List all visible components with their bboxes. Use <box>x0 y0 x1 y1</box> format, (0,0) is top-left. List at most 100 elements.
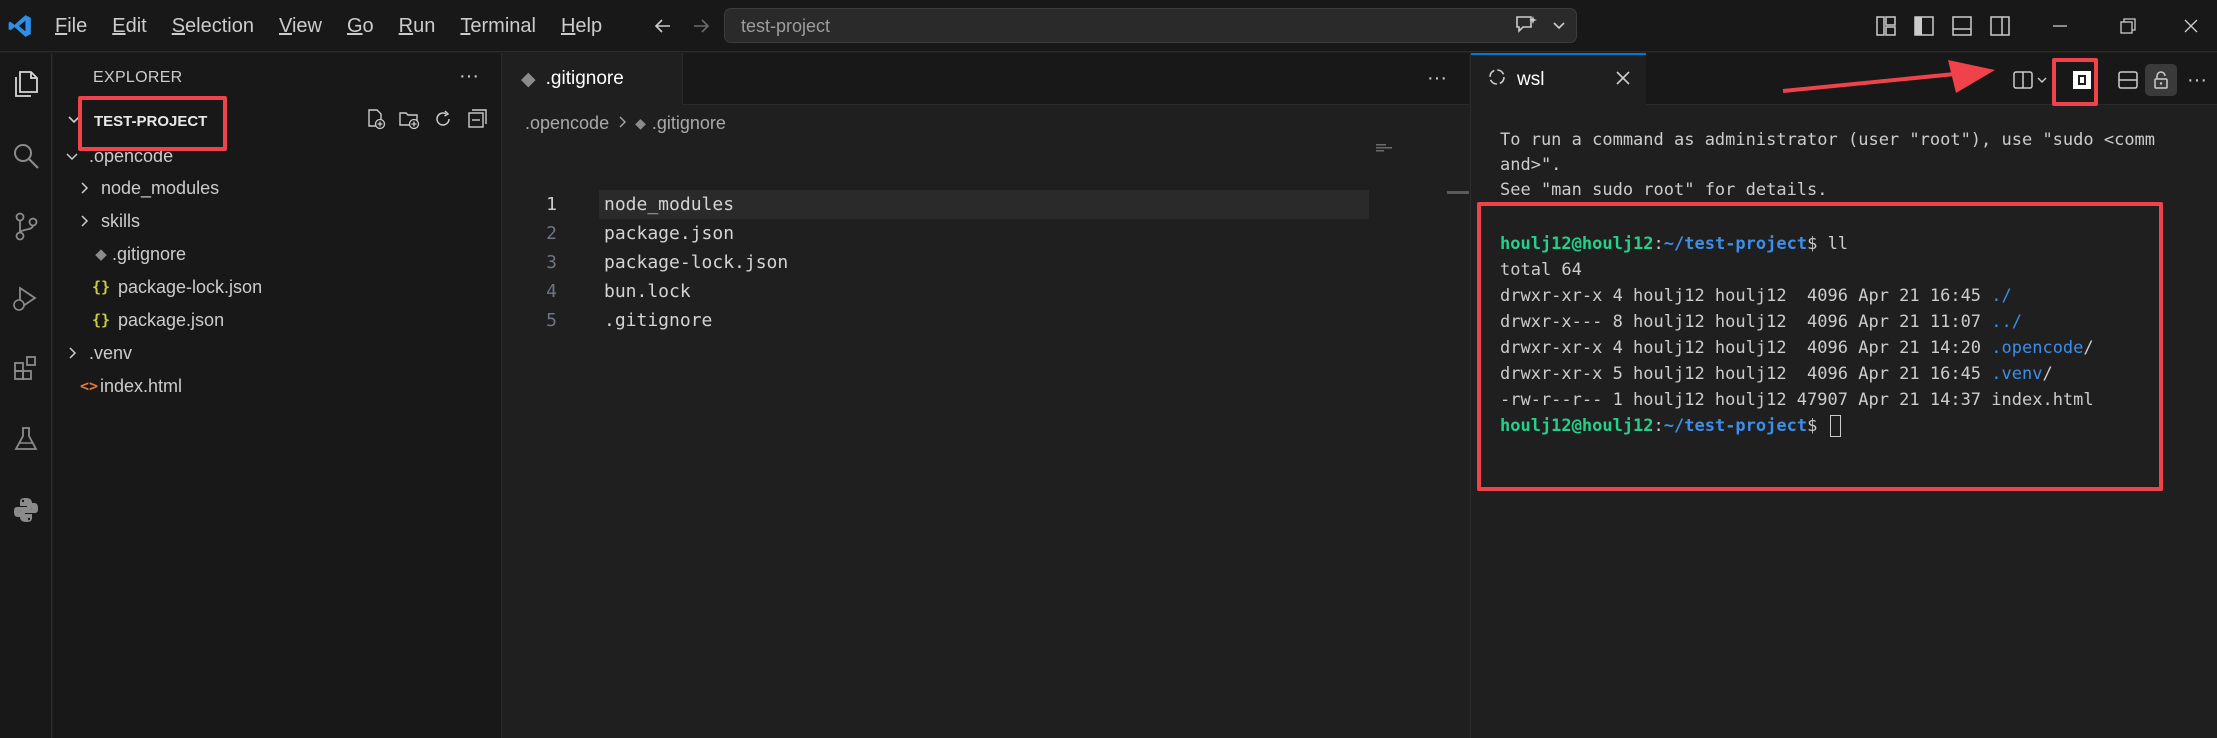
terminal-tab-wsl[interactable]: wsl <box>1471 53 1646 105</box>
editor-tabs: ◆ .gitignore ··· <box>503 53 1469 105</box>
chevron-right-icon <box>61 345 83 361</box>
chevron-down-icon[interactable] <box>2033 66 2051 94</box>
testing-flask-icon[interactable] <box>7 420 45 458</box>
menu-go[interactable]: Go <box>347 15 374 38</box>
tree-file-index-html[interactable]: <> index.html <box>78 371 182 401</box>
menu-terminal[interactable]: Terminal <box>460 15 536 38</box>
git-file-icon: ◆ <box>95 246 107 263</box>
line-text: package.json <box>604 223 735 244</box>
tree-folder-skills[interactable]: skills <box>73 206 140 236</box>
close-window-icon[interactable] <box>2177 12 2205 40</box>
menu-run[interactable]: Run <box>399 15 436 38</box>
json-file-icon: {} <box>91 278 111 296</box>
terminal-line: See "man sudo root" for details. <box>1500 180 1828 200</box>
tree-item-label: node_modules <box>101 177 220 198</box>
restore-window-icon[interactable] <box>2114 12 2142 40</box>
line-text: package-lock.json <box>604 252 789 273</box>
customize-layout-icon[interactable] <box>1872 12 1900 40</box>
tree-item-label: package-lock.json <box>118 276 263 297</box>
tree-folder-venv[interactable]: .venv <box>61 338 132 368</box>
collapse-all-icon[interactable] <box>466 108 488 135</box>
git-file-icon: ◆ <box>635 115 646 131</box>
python-icon[interactable] <box>7 491 45 529</box>
chevron-right-icon <box>73 180 95 196</box>
menu-edit[interactable]: Edit <box>112 15 146 38</box>
new-file-icon[interactable] <box>364 108 386 135</box>
git-file-icon: ◆ <box>521 68 536 90</box>
code-line: 3 package-lock.json <box>503 248 1469 277</box>
annotation-box-terminal <box>1477 202 2163 491</box>
extensions-icon[interactable] <box>7 349 45 387</box>
line-number: 3 <box>546 252 557 273</box>
minimap[interactable] <box>1376 139 1394 152</box>
editor-more-actions-icon[interactable]: ··· <box>1427 67 1447 90</box>
code-line: 2 package.json <box>503 219 1469 248</box>
vscode-logo-icon <box>0 0 40 52</box>
chevron-right-icon <box>615 113 629 134</box>
menu-help[interactable]: Help <box>561 15 602 38</box>
line-number: 5 <box>546 310 557 331</box>
breadcrumb: .opencode ◆ .gitignore <box>525 113 726 134</box>
refresh-icon[interactable] <box>432 108 454 135</box>
terminal-icon <box>1487 67 1507 93</box>
activity-bar <box>0 53 52 738</box>
new-folder-icon[interactable] <box>398 108 420 135</box>
terminal-line: To run a command as administrator (user … <box>1500 130 2156 150</box>
line-number: 2 <box>546 223 557 244</box>
json-file-icon: {} <box>91 311 111 329</box>
search-icon[interactable] <box>7 137 45 175</box>
tree-item-label: .gitignore <box>112 243 187 264</box>
scrollbar-thumb[interactable] <box>1447 191 1469 194</box>
tree-item-label: skills <box>101 210 140 231</box>
editor-group: ◆ .gitignore ··· .opencode ◆ .gitignore … <box>503 53 1469 738</box>
tree-item-label: .venv <box>89 342 133 363</box>
menu-file[interactable]: File <box>55 15 87 38</box>
tree-folder-node-modules[interactable]: node_modules <box>73 173 219 203</box>
terminal-tabs: wsl ··· <box>1471 53 2217 105</box>
toggle-primary-sidebar-icon[interactable] <box>1910 12 1938 40</box>
tree-file-package[interactable]: {} package.json <box>90 305 224 335</box>
source-control-icon[interactable] <box>7 207 45 245</box>
tab-gitignore[interactable]: ◆ .gitignore <box>503 53 683 105</box>
copilot-chat-icon[interactable] <box>1514 14 1538 41</box>
minimize-window-icon[interactable] <box>2046 12 2074 40</box>
run-and-debug-icon[interactable] <box>7 279 45 317</box>
terminal-line: and>". <box>1500 155 1562 175</box>
explorer-files-icon[interactable] <box>7 65 45 103</box>
title-bar: File Edit Selection View Go Run Terminal… <box>0 0 2217 52</box>
tree-item-label: index.html <box>100 375 183 396</box>
tree-file-package-lock[interactable]: {} package-lock.json <box>90 272 262 302</box>
line-number: 4 <box>546 281 557 302</box>
line-text: .gitignore <box>604 310 713 331</box>
command-center-text: test-project <box>741 16 831 36</box>
more-actions-icon[interactable]: ··· <box>2183 66 2211 94</box>
tree-file-gitignore[interactable]: ◆ .gitignore <box>90 239 186 269</box>
toggle-panel-icon[interactable] <box>2114 66 2142 94</box>
menu-view[interactable]: View <box>279 15 322 38</box>
toggle-panel-icon[interactable] <box>1948 12 1976 40</box>
menu-selection[interactable]: Selection <box>172 15 254 38</box>
html-file-icon: <> <box>79 377 99 395</box>
tab-label: .gitignore <box>545 68 624 89</box>
menu-bar: File Edit Selection View Go Run Terminal… <box>55 0 627 52</box>
chevron-right-icon <box>73 213 95 229</box>
explorer-header: EXPLORER <box>93 69 183 86</box>
annotation-box-project <box>78 96 227 151</box>
lock-group-icon[interactable] <box>2145 64 2177 96</box>
forward-arrow-icon[interactable] <box>687 12 715 40</box>
code-line: 5 .gitignore <box>503 306 1469 335</box>
breadcrumb-item[interactable]: .opencode <box>525 113 609 134</box>
breadcrumb-item[interactable]: .gitignore <box>652 113 726 134</box>
line-text: node_modules <box>604 194 735 215</box>
code-line: 1 node_modules <box>503 190 1469 219</box>
close-icon[interactable] <box>1614 67 1632 93</box>
back-arrow-icon[interactable] <box>649 12 677 40</box>
command-center-search[interactable]: test-project <box>724 8 1577 43</box>
chevron-down-icon[interactable] <box>1552 18 1566 37</box>
line-text: bun.lock <box>604 281 691 302</box>
more-actions-icon[interactable]: ··· <box>459 65 479 88</box>
toggle-secondary-sidebar-icon[interactable] <box>1986 12 2014 40</box>
explorer-sidebar: EXPLORER ··· TEST-PROJECT .opencode node <box>53 53 502 738</box>
tree-item-label: package.json <box>118 309 225 330</box>
annotation-box-maximize <box>2052 58 2098 106</box>
